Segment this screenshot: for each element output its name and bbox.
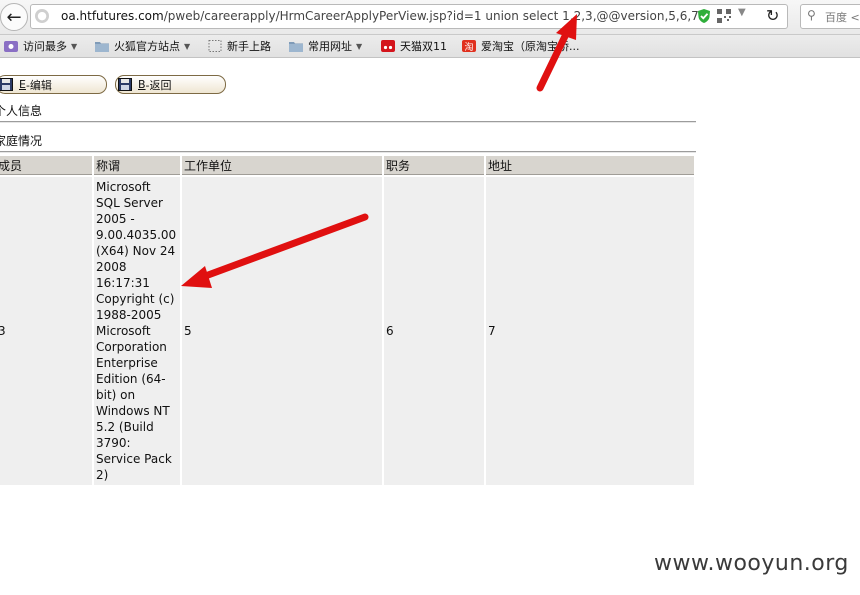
floppy-disk-icon bbox=[0, 78, 13, 91]
bookmark-common-sites[interactable]: 常用网址 ▼ bbox=[289, 38, 362, 54]
table-header-row: 成员 称谓 工作单位 职务 地址 bbox=[0, 156, 694, 175]
bookmark-label: 新手上路 bbox=[227, 40, 271, 53]
url-text: oa.htfutures.com/pweb/careerapply/HrmCar… bbox=[61, 9, 699, 23]
floppy-disk-icon bbox=[118, 78, 132, 91]
bookmark-getting-started[interactable]: 新手上路 bbox=[208, 38, 271, 54]
taobao-icon: 淘 bbox=[462, 40, 476, 52]
search-input[interactable]: ⚲ 百度 < bbox=[800, 4, 860, 29]
column-header: 成员 bbox=[0, 156, 92, 175]
family-table: 成员 称谓 工作单位 职务 地址 3 Microsoft SQL Server … bbox=[0, 154, 696, 487]
shield-icon[interactable] bbox=[697, 8, 711, 24]
edit-label: -编辑 bbox=[25, 78, 52, 92]
bookmark-label: 常用网址 bbox=[308, 40, 352, 53]
bookmark-ai-taobao[interactable]: 淘 爱淘宝（原淘宝桥... bbox=[462, 38, 580, 54]
version-cell: Microsoft SQL Server 2005 - 9.00.4035.00… bbox=[94, 177, 180, 485]
folder-icon bbox=[289, 42, 303, 52]
edit-accesskey: E bbox=[19, 78, 26, 91]
column-header: 地址 bbox=[486, 156, 694, 175]
url-host: oa.htfutures.com bbox=[61, 9, 164, 23]
chevron-down-icon[interactable]: ▼ bbox=[738, 7, 746, 18]
url-path: /pweb/careerapply/HrmCareerApplyPerView.… bbox=[163, 9, 699, 23]
url-field[interactable]: ● oa.htfutures.com/pweb/careerapply/HrmC… bbox=[30, 4, 788, 29]
chevron-down-icon: ▼ bbox=[71, 41, 78, 51]
bookmark-label: 天猫双11 bbox=[400, 40, 447, 53]
bookmark-label: 火狐官方站点 bbox=[114, 40, 180, 53]
divider bbox=[0, 151, 696, 153]
svg-text:淘: 淘 bbox=[464, 41, 473, 52]
chevron-down-icon: ▼ bbox=[184, 41, 191, 51]
folder-icon bbox=[95, 42, 109, 52]
table-cell: 6 bbox=[384, 177, 484, 485]
back-button[interactable]: B -返回 bbox=[115, 75, 226, 94]
back-arrow-button[interactable]: ← bbox=[0, 3, 28, 31]
column-header: 称谓 bbox=[94, 156, 180, 175]
table-cell: 5 bbox=[182, 177, 382, 485]
globe-icon: ● bbox=[35, 9, 49, 23]
bookmark-label: 爱淘宝（原淘宝桥... bbox=[481, 40, 580, 53]
tmall-icon bbox=[381, 40, 395, 52]
column-header: 职务 bbox=[384, 156, 484, 175]
bookmark-most-visited[interactable]: 访问最多 ▼ bbox=[4, 38, 77, 54]
table-cell: 3 bbox=[0, 177, 92, 485]
bookmarks-toolbar: 访问最多 ▼ 火狐官方站点 ▼ 新手上路 常用网址 ▼ 天猫双11 淘 爱淘宝（… bbox=[0, 35, 860, 58]
edit-button[interactable]: E -编辑 bbox=[0, 75, 107, 94]
browser-toolbar: ← ● oa.htfutures.com/pweb/careerapply/Hr… bbox=[0, 0, 860, 35]
search-placeholder: 百度 < bbox=[825, 11, 860, 24]
chevron-down-icon: ▼ bbox=[356, 41, 363, 51]
divider bbox=[0, 121, 696, 123]
back-label: -返回 bbox=[145, 78, 172, 92]
most-visited-icon bbox=[4, 41, 18, 52]
reload-icon[interactable]: ↻ bbox=[766, 6, 779, 25]
page-content: E -编辑 B -返回 个人信息 家庭情况 成员 称谓 工作单位 职务 地址 3 M… bbox=[0, 58, 860, 595]
watermark: www.wooyun.org bbox=[654, 551, 849, 576]
qr-code-icon[interactable] bbox=[717, 9, 731, 23]
back-accesskey: B bbox=[138, 78, 146, 91]
search-icon: ⚲ bbox=[807, 8, 816, 22]
table-row: 3 Microsoft SQL Server 2005 - 9.00.4035.… bbox=[0, 177, 694, 485]
family-info-title: 家庭情况 bbox=[0, 134, 43, 148]
back-arrow-icon: ← bbox=[6, 6, 22, 28]
personal-info-title: 个人信息 bbox=[0, 104, 43, 118]
table-cell: 7 bbox=[486, 177, 694, 485]
bookmark-tmall[interactable]: 天猫双11 bbox=[381, 38, 447, 54]
bookmark-firefox-sites[interactable]: 火狐官方站点 ▼ bbox=[95, 38, 190, 54]
bookmark-label: 访问最多 bbox=[23, 40, 67, 53]
dotted-page-icon bbox=[208, 40, 222, 52]
column-header: 工作单位 bbox=[182, 156, 382, 175]
